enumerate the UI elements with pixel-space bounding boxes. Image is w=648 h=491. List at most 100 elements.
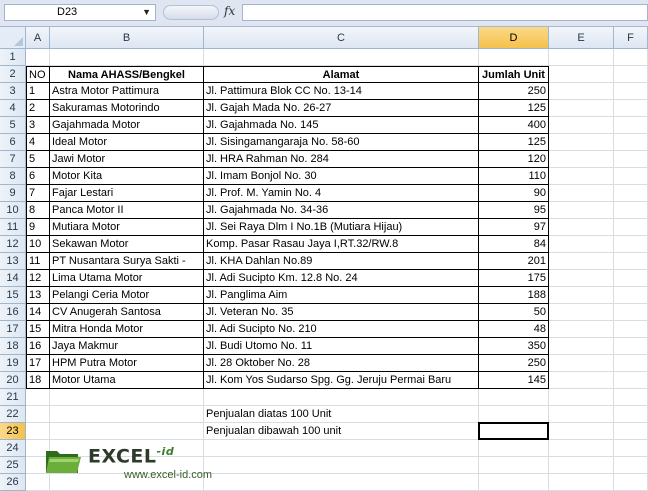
- cell[interactable]: [204, 457, 479, 474]
- summary-above-label[interactable]: Penjualan diatas 100 Unit: [204, 406, 479, 423]
- formula-input[interactable]: [242, 4, 648, 21]
- cell[interactable]: [614, 440, 648, 457]
- unit-count[interactable]: 250: [479, 355, 549, 372]
- cell[interactable]: [549, 117, 614, 134]
- row-header-20[interactable]: 20: [0, 372, 26, 389]
- unit-count[interactable]: 400: [479, 117, 549, 134]
- row-header-7[interactable]: 7: [0, 151, 26, 168]
- row-header-22[interactable]: 22: [0, 406, 26, 423]
- name-box[interactable]: D23 ▼: [4, 4, 156, 21]
- cell[interactable]: [204, 49, 479, 66]
- cell[interactable]: [549, 134, 614, 151]
- workshop-address[interactable]: Jl. Adi Sucipto Km. 12.8 No. 24: [204, 270, 479, 287]
- row-number[interactable]: 8: [26, 202, 50, 219]
- cell[interactable]: [50, 423, 204, 440]
- unit-count[interactable]: 250: [479, 83, 549, 100]
- cell[interactable]: [614, 100, 648, 117]
- workshop-name[interactable]: Sakuramas Motorindo: [50, 100, 204, 117]
- row-number[interactable]: 16: [26, 338, 50, 355]
- row-number[interactable]: 3: [26, 117, 50, 134]
- cell[interactable]: [479, 457, 549, 474]
- column-header-d[interactable]: D: [479, 27, 549, 49]
- row-header-25[interactable]: 25: [0, 457, 26, 474]
- workshop-address[interactable]: Komp. Pasar Rasau Jaya I,RT.32/RW.8: [204, 236, 479, 253]
- column-header-f[interactable]: F: [614, 27, 648, 49]
- workshop-name[interactable]: Motor Kita: [50, 168, 204, 185]
- cell[interactable]: [26, 49, 50, 66]
- cell[interactable]: [479, 406, 549, 423]
- workshop-address[interactable]: Jl. Gajah Mada No. 26-27: [204, 100, 479, 117]
- workshop-address[interactable]: Jl. Gajahmada No. 145: [204, 117, 479, 134]
- cell[interactable]: [614, 338, 648, 355]
- workshop-address[interactable]: Jl. Budi Utomo No. 11: [204, 338, 479, 355]
- row-number[interactable]: 13: [26, 287, 50, 304]
- unit-count[interactable]: 125: [479, 100, 549, 117]
- cell[interactable]: [549, 321, 614, 338]
- cell[interactable]: [549, 253, 614, 270]
- cell[interactable]: [614, 134, 648, 151]
- row-header-12[interactable]: 12: [0, 236, 26, 253]
- cell[interactable]: [614, 423, 648, 440]
- column-header-e[interactable]: E: [549, 27, 614, 49]
- row-header-26[interactable]: 26: [0, 474, 26, 491]
- cell[interactable]: [479, 389, 549, 406]
- cell[interactable]: [549, 236, 614, 253]
- cell[interactable]: [614, 117, 648, 134]
- row-header-2[interactable]: 2: [0, 66, 26, 83]
- workshop-address[interactable]: Jl. Veteran No. 35: [204, 304, 479, 321]
- cell[interactable]: [549, 49, 614, 66]
- select-all-corner[interactable]: [0, 27, 26, 49]
- chevron-down-icon[interactable]: ▼: [142, 7, 151, 17]
- unit-count[interactable]: 48: [479, 321, 549, 338]
- workshop-name[interactable]: Lima Utama Motor: [50, 270, 204, 287]
- cell[interactable]: [614, 83, 648, 100]
- unit-count[interactable]: 201: [479, 253, 549, 270]
- row-header-8[interactable]: 8: [0, 168, 26, 185]
- cell[interactable]: [549, 66, 614, 83]
- cell[interactable]: [549, 457, 614, 474]
- workshop-name[interactable]: Gajahmada Motor: [50, 117, 204, 134]
- workshop-name[interactable]: Astra Motor Pattimura: [50, 83, 204, 100]
- unit-count[interactable]: 350: [479, 338, 549, 355]
- row-number[interactable]: 9: [26, 219, 50, 236]
- row-header-21[interactable]: 21: [0, 389, 26, 406]
- row-header-4[interactable]: 4: [0, 100, 26, 117]
- cell[interactable]: [549, 202, 614, 219]
- unit-count[interactable]: 145: [479, 372, 549, 389]
- cell[interactable]: [614, 253, 648, 270]
- cell[interactable]: [614, 457, 648, 474]
- unit-count[interactable]: 97: [479, 219, 549, 236]
- row-header-19[interactable]: 19: [0, 355, 26, 372]
- cell[interactable]: [614, 270, 648, 287]
- cell[interactable]: [614, 168, 648, 185]
- workshop-address[interactable]: Jl. Sisingamangaraja No. 58-60: [204, 134, 479, 151]
- summary-below-label[interactable]: Penjualan dibawah 100 unit: [204, 423, 479, 440]
- workshop-name[interactable]: Mutiara Motor: [50, 219, 204, 236]
- unit-count[interactable]: 188: [479, 287, 549, 304]
- workshop-address[interactable]: Jl. Imam Bonjol No. 30: [204, 168, 479, 185]
- workshop-address[interactable]: Jl. Gajahmada No. 34-36: [204, 202, 479, 219]
- row-header-5[interactable]: 5: [0, 117, 26, 134]
- workshop-name[interactable]: Mitra Honda Motor: [50, 321, 204, 338]
- cell[interactable]: [549, 100, 614, 117]
- workshop-address[interactable]: Jl. KHA Dahlan No.89: [204, 253, 479, 270]
- cell[interactable]: [614, 321, 648, 338]
- unit-count[interactable]: 90: [479, 185, 549, 202]
- cell[interactable]: [549, 287, 614, 304]
- column-header-c[interactable]: C: [204, 27, 479, 49]
- cell[interactable]: [549, 219, 614, 236]
- cell[interactable]: [614, 49, 648, 66]
- cell[interactable]: [549, 355, 614, 372]
- row-header-24[interactable]: 24: [0, 440, 26, 457]
- unit-count[interactable]: 95: [479, 202, 549, 219]
- cell[interactable]: [26, 423, 50, 440]
- formula-bar-resize-handle[interactable]: [163, 5, 219, 20]
- cell[interactable]: [549, 83, 614, 100]
- cell[interactable]: [614, 474, 648, 491]
- cell[interactable]: [549, 168, 614, 185]
- unit-count[interactable]: 120: [479, 151, 549, 168]
- workshop-address[interactable]: Jl. Panglima Aim: [204, 287, 479, 304]
- cell[interactable]: [50, 49, 204, 66]
- cell[interactable]: [549, 185, 614, 202]
- workshop-name[interactable]: Jawi Motor: [50, 151, 204, 168]
